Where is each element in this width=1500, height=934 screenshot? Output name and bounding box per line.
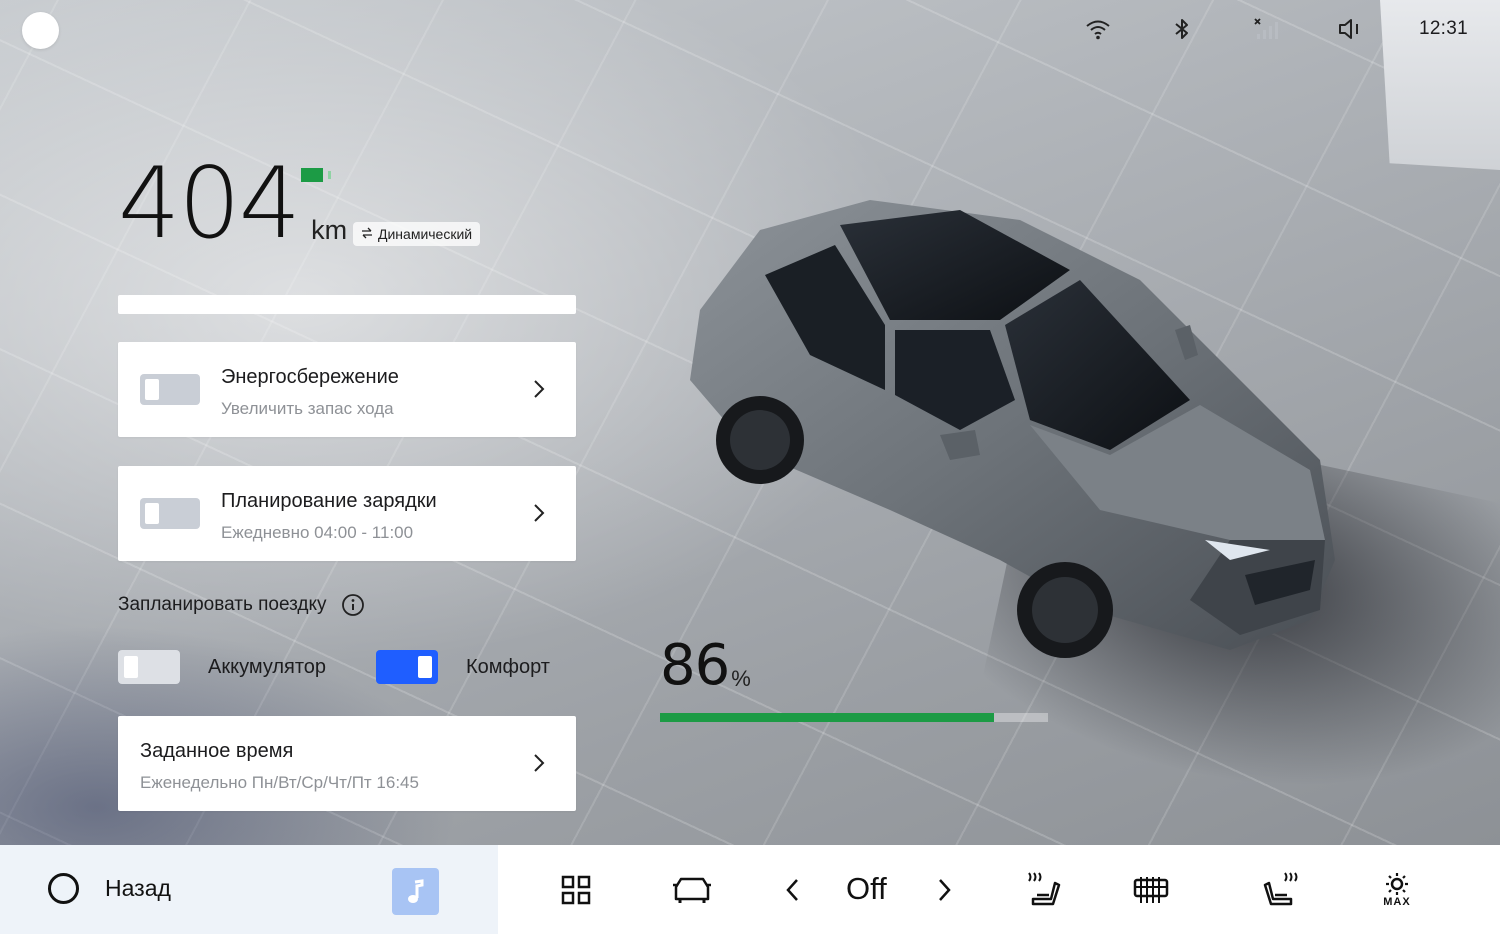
charge-planning-card[interactable]: Планирование зарядки Ежедневно 04:00 - 1… [118,466,576,561]
set-time-title: Заданное время [140,740,294,762]
bluetooth-icon [1167,15,1197,43]
trip-section-title: Запланировать поездку [118,593,365,617]
energy-saving-subtitle: Увеличить запас хода [221,399,394,418]
comfort-option-label: Комфорт [466,655,550,678]
battery-percent-unit: % [731,666,751,691]
fan-value: Off [846,871,887,906]
apps-grid-icon[interactable] [553,867,599,913]
chevron-right-icon [534,380,545,398]
battery-level-bar [660,713,1048,722]
battery-option-label: Аккумулятор [208,655,327,678]
chevron-left-icon[interactable] [769,867,815,913]
front-defrost-max-icon[interactable]: MAX [1374,867,1420,913]
battery-percent-value: 86 [660,633,730,698]
rear-defrost-icon[interactable] [1128,867,1174,913]
no-signal-icon [1251,15,1281,43]
back-button[interactable]: Назад [48,873,171,904]
comfort-toggle[interactable] [376,650,438,684]
range-unit: km [311,215,348,245]
battery-level-fill [660,713,994,722]
charge-planning-switch[interactable] [140,498,200,529]
battery-toggle[interactable] [118,650,180,684]
music-button[interactable] [392,868,439,915]
seat-heat-left-icon[interactable] [1020,867,1066,913]
volume-muted-icon [1335,15,1365,43]
chevron-right-icon[interactable] [922,867,968,913]
back-label: Назад [105,875,171,901]
defrost-max-label: MAX [1383,896,1411,908]
drive-mode-badge[interactable]: Динамический [353,222,481,246]
chevron-right-icon [534,504,545,522]
car-image [690,200,1335,658]
charge-planning-subtitle: Ежедневно 04:00 - 11:00 [221,523,414,542]
charge-planning-title: Планирование зарядки [221,490,437,512]
wifi-icon [1083,15,1113,43]
clock: 12:31 [1418,18,1468,39]
seat-heat-right-icon[interactable] [1258,867,1304,913]
set-time-subtitle: Еженедельно Пн/Вт/Ср/Чт/Пт 16:45 [140,773,419,792]
range-value: 404 [118,147,301,261]
energy-saving-title: Энергосбережение [221,366,399,388]
drive-mode-label: Динамический [378,226,473,242]
info-icon[interactable] [341,593,365,617]
trip-option-comfort[interactable]: Комфорт [376,650,550,684]
trip-title: Запланировать поездку [118,594,327,615]
dock-left-panel: Назад [0,845,498,934]
battery-mini-icon [301,168,331,182]
chevron-right-icon [534,754,545,772]
back-circle-icon [48,873,79,904]
range-bar [118,295,576,314]
trip-option-battery[interactable]: Аккумулятор [118,650,326,684]
energy-saving-switch[interactable] [140,374,200,405]
set-time-card[interactable]: Заданное время Еженедельно Пн/Вт/Ср/Чт/П… [118,716,576,811]
bottom-dock: Назад Off MAX [0,845,1500,934]
energy-saving-card[interactable]: Энергосбережение Увеличить запас хода [118,342,576,437]
home-button[interactable] [22,12,59,49]
music-note-icon [407,878,423,903]
swap-icon [361,226,373,242]
car-icon[interactable] [669,867,715,913]
battery-percent: 86 % [660,636,751,696]
status-bar: 12:31 [1083,14,1468,44]
